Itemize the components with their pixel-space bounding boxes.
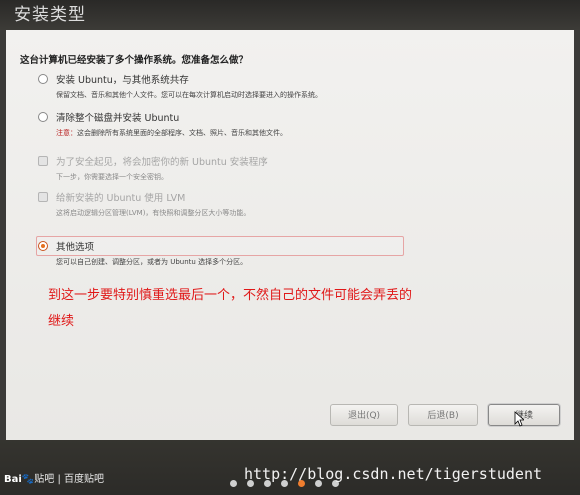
warning-prefix: 注意： [56,129,77,137]
option-description: 保留文档、音乐和其他个人文件。您可以在每次计算机启动时选择要进入的操作系统。 [56,91,322,99]
option-label: 为了安全起见，将会加密你的新 Ubuntu 安装程序 [56,157,268,168]
progress-dot [230,480,237,487]
quit-button[interactable]: 退出(Q) [330,404,398,426]
url-watermark: http://blog.csdn.net/tigerstudent [244,465,543,483]
option-label: 给新安装的 Ubuntu 使用 LVM [56,193,186,204]
option-label: 清除整个磁盘并安装 Ubuntu [56,113,180,124]
checkbox [38,156,48,166]
baidu-brand: Bai [4,474,22,485]
option-label: 安装 Ubuntu，与其他系统共存 [56,75,189,86]
mouse-cursor-icon [514,411,524,427]
installer-content: 这台计算机已经安装了多个操作系统。您准备怎么做？ 安装 Ubuntu，与其他系统… [6,30,574,440]
option-label: 其他选项 [56,242,95,253]
window-titlebar: 安装类型 [0,0,580,30]
annotation-line-2: 继续 [48,314,75,329]
question-text: 这台计算机已经安装了多个操作系统。您准备怎么做？ [20,55,249,66]
baidu-suffix: 贴吧 [34,474,55,485]
continue-button[interactable]: 继续 [488,404,560,426]
window-title: 安装类型 [14,5,86,25]
option-description: 这将启动逻辑分区管理(LVM)，有快照和调整分区大小等功能。 [56,209,251,217]
checkbox [38,192,48,202]
warning-text: 这会删除所有系统里面的全部程序、文档、照片、音乐和其他文件。 [77,129,287,137]
paw-icon: 🐾 [21,474,35,485]
option-description: 下一步，你需要选择一个安全密钥。 [56,173,168,181]
radio-button[interactable] [38,112,48,122]
option-description: 注意：这会删除所有系统里面的全部程序、文档、照片、音乐和其他文件。 [56,128,287,138]
annotation-line-1: 到这一步要特别慎重选最后一个，不然自己的文件可能会弄丢的 [48,288,413,303]
radio-button[interactable] [38,74,48,84]
baidu-tieba-text: 百度贴吧 [64,474,104,485]
option-description: 您可以自己创建、调整分区，或者为 Ubuntu 选择多个分区。 [56,258,248,266]
radio-button-selected[interactable] [38,241,48,251]
back-button[interactable]: 后退(B) [408,404,478,426]
baidu-tieba-logo: Bai🐾贴吧 | 百度贴吧 [4,474,104,485]
